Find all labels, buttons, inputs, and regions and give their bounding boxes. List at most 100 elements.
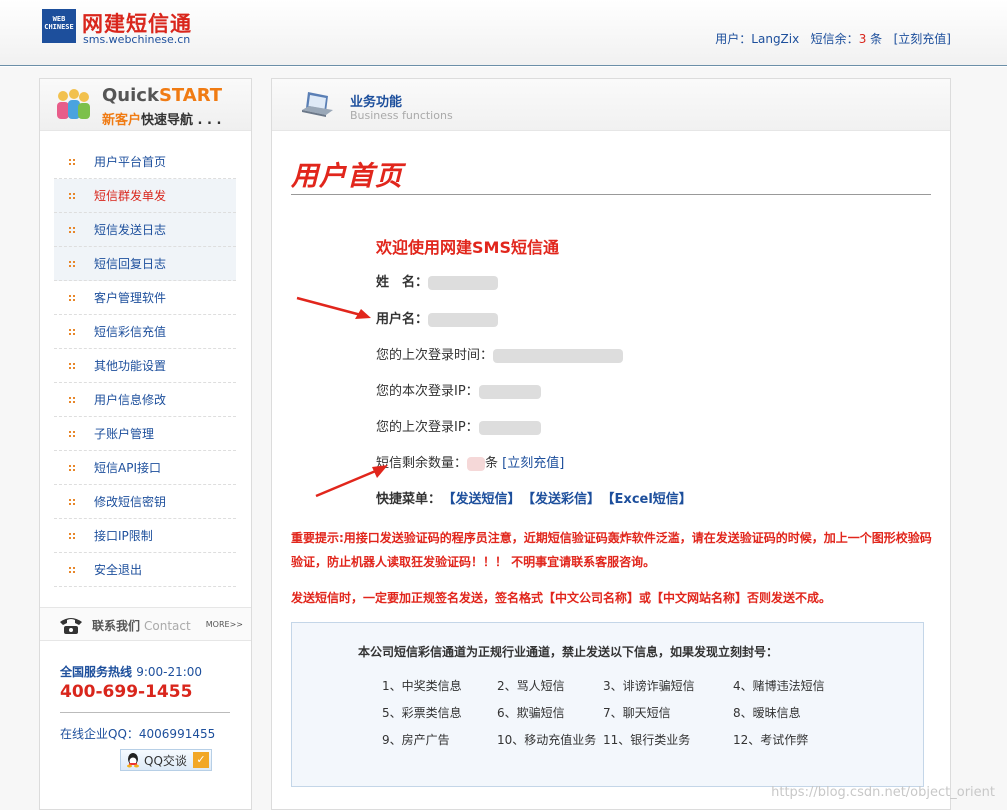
send-sms-link[interactable]: 【发送短信】 [449,492,521,507]
rule-item: 4、赌博违法短信 [733,679,825,693]
section-title: 业务功能 [350,95,403,110]
watermark: https://blog.csdn.net/object_orient [771,785,995,800]
quickstart-title: QuickSTART [102,85,222,106]
redacted-value [478,384,541,399]
bullet-icon [69,227,75,233]
sidebar-item-label: 客户管理软件 [94,291,167,305]
signature-notice: 发送短信时，一定要加正规签名发送，签名格式【中文公司名称】或【中文网站名称】否则… [291,591,832,605]
redacted-value [428,275,499,290]
user-status-bar: 用户：LangZix 短信余：3 条 [立刻充值] [715,30,951,47]
bullet-icon [69,261,75,267]
contact-title-en: Contact [144,619,191,633]
rule-item: 2、骂人短信 [497,679,565,693]
brand-url: sms.webchinese.cn [83,33,191,46]
bullet-icon [69,499,75,505]
sidebar-item-label: 用户平台首页 [94,155,167,169]
rule-item: 7、聊天短信 [603,706,671,720]
logo-icon[interactable]: WEB CHINESE [42,9,76,43]
divider [60,712,230,713]
qq-label: 在线企业QQ：4006991455 [60,727,216,741]
bullet-icon [69,329,75,335]
rule-item: 12、考试作弊 [733,733,809,747]
sidebar-item-reply-log[interactable]: 短信回复日志 [54,247,236,281]
hotline-number: 400-699-1455 [60,682,193,702]
bullet-icon [69,567,75,573]
check-icon: ✓ [193,752,209,768]
contact-header: 联系我们 Contact MORE>> [40,607,251,641]
username-row: 用户名： [376,308,499,327]
sidebar-item-edit-profile[interactable]: 用户信息修改 [54,383,236,417]
last-login-time-label: 您的上次登录时间： [376,348,494,363]
sidebar-item-api[interactable]: 短信API接口 [54,451,236,485]
sidebar-item-label: 短信群发单发 [94,189,167,203]
sidebar-item-label: 用户信息修改 [94,393,167,407]
excel-sms-link[interactable]: 【Excel短信】 [608,492,692,507]
sidebar-item-recharge[interactable]: 短信彩信充值 [54,315,236,349]
people-icon [57,89,90,119]
annotation-arrow-icon [296,296,371,319]
rules-title: 本公司短信彩信通道为正规行业通道，禁止发送以下信息，如果发现立刻封号： [358,645,779,659]
phone-icon [60,618,82,634]
last-ip-label: 您的上次登录IP： [376,420,479,435]
quickstart-title-b: START [158,85,223,106]
welcome-heading: 欢迎使用网建SMS短信通 [376,238,559,257]
qq-button-label: QQ交谈 [144,753,187,768]
sidebar-item-change-key[interactable]: 修改短信密钥 [54,485,236,519]
page-title: 用户首页 [291,161,403,192]
redacted-value [478,420,541,435]
send-mms-link[interactable]: 【发送彩信】 [529,492,601,507]
quickstart-title-a: Quick [102,85,159,106]
sidebar-item-send-log[interactable]: 短信发送日志 [54,213,236,247]
hotline-label-text: 全国服务热线 [60,665,133,679]
header-recharge-link[interactable]: [立刻充值] [894,32,951,46]
section-subtitle: Business functions [350,109,453,122]
rule-item: 5、彩票类信息 [382,706,462,720]
annotation-arrow-icon [315,465,388,498]
sidebar-item-sub-accounts[interactable]: 子账户管理 [54,417,236,451]
contact-title: 联系我们 Contact [92,617,191,634]
current-ip-label: 您的本次登录IP： [376,384,479,399]
sidebar-item-home[interactable]: 用户平台首页 [54,145,236,179]
section-header: 业务功能 Business functions [272,79,950,131]
quickstart-subtitle: 新客户快速导航 . . . [102,109,221,128]
rule-item: 1、中奖类信息 [382,679,462,693]
logo-text-bottom: CHINESE [44,23,74,31]
sidebar-item-label: 其他功能设置 [94,359,167,373]
sidebar-item-bulk-sms[interactable]: 短信群发单发 [54,179,236,213]
rule-item: 11、银行类业务 [603,733,691,747]
contact-more-link[interactable]: MORE>> [206,620,243,629]
rule-item: 9、房产广告 [382,733,450,747]
laptop-icon [302,92,333,117]
sidebar-item-ip-limit[interactable]: 接口IP限制 [54,519,236,553]
sidebar-item-logout[interactable]: 安全退出 [54,553,236,587]
rule-item: 3、诽谤诈骗短信 [603,679,695,693]
bullet-icon [69,465,75,471]
sidebar-item-other-settings[interactable]: 其他功能设置 [54,349,236,383]
recharge-link[interactable]: [立刻充值] [502,456,564,471]
main-panel: 业务功能 Business functions 用户首页 欢迎使用网建SMS短信… [271,78,951,810]
sidebar-item-label: 短信API接口 [94,461,161,475]
bullet-icon [69,159,75,165]
hotline-label: 全国服务热线 9:00-21:00 [60,663,202,680]
quickstart-sub-b: 快速导航 . . . [141,113,222,128]
sidebar-item-crm[interactable]: 客户管理软件 [54,281,236,315]
last-ip-row: 您的上次登录IP： [376,416,541,435]
username-value: LangZix [751,32,800,46]
rule-item: 10、移动充值业务 [497,733,597,747]
sidebar-menu: 用户平台首页 短信群发单发 短信发送日志 短信回复日志 客户管理软件 短信彩信充… [54,145,236,587]
contact-title-cn: 联系我们 [92,619,141,633]
name-row: 姓 名： [376,271,499,290]
top-header: WEB CHINESE 网建短信通 sms.webchinese.cn 用户：L… [0,0,1007,66]
redacted-value [493,348,624,363]
sidebar-item-label: 短信回复日志 [94,257,167,271]
current-ip-row: 您的本次登录IP： [376,380,541,399]
balance-label: 短信余： [810,32,859,46]
last-login-time-row: 您的上次登录时间： [376,344,624,363]
qq-chat-button[interactable]: QQ交谈 ✓ [120,749,212,771]
quick-menu-row: 快捷菜单： 【发送短信】 【发送彩信】 【Excel短信】 [376,488,692,507]
sidebar-item-label: 子账户管理 [94,427,155,441]
rules-list: 1、中奖类信息 2、骂人短信 3、诽谤诈骗短信 4、赌博违法短信 5、彩票类信息… [382,677,852,748]
remaining-row: 短信剩余数量：条 [立刻充值] [376,452,564,471]
user-label: 用户： [715,32,752,46]
title-divider [291,194,931,195]
